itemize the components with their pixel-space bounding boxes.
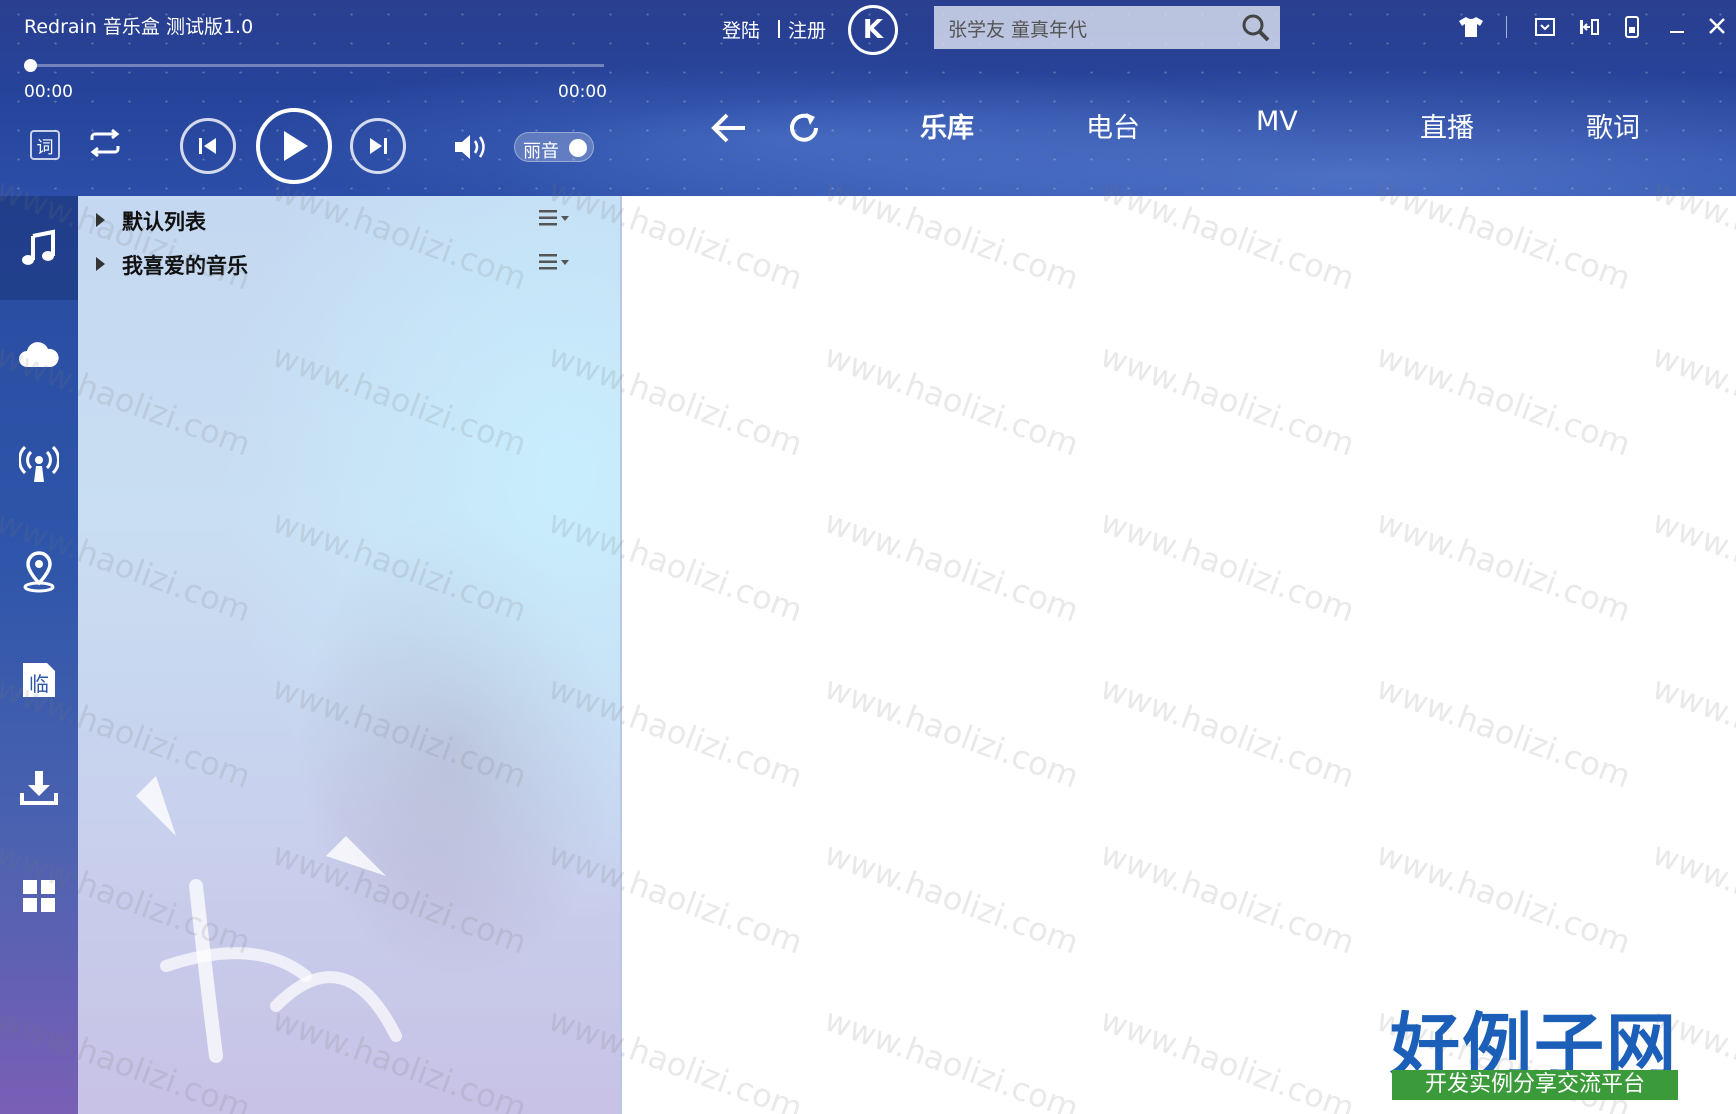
watermark-text: www.haolizi.com: [1371, 834, 1636, 962]
play-icon: [284, 131, 308, 161]
sound-effect-label: 丽音: [523, 141, 559, 162]
tab-radio[interactable]: 电台: [1086, 106, 1140, 145]
background-calligraphy-art: [136, 776, 402, 1063]
mini-mode-icon[interactable]: [1532, 14, 1558, 40]
login-link[interactable]: 登陆: [722, 16, 760, 43]
watermark-text: www.haolizi.com: [1647, 668, 1736, 796]
volume-icon[interactable]: [452, 130, 492, 164]
watermark-text: www.haolizi.com: [1095, 336, 1360, 464]
skin-shirt-icon[interactable]: [1456, 14, 1486, 40]
next-icon: [370, 138, 387, 154]
sidebar-item-downloads[interactable]: [0, 736, 78, 840]
playlist-menu-icon[interactable]: [538, 250, 572, 274]
playlist-name: 默认列表: [122, 210, 206, 234]
title-bar: Redrain 音乐盒 测试版1.0 00:00 00:00 词 丽音 登陆 注…: [0, 0, 1736, 196]
watermark-text: www.haolizi.com: [1647, 834, 1736, 962]
playback-progress-bar[interactable]: [24, 59, 604, 72]
k-logo-icon[interactable]: K: [848, 5, 898, 55]
sidebar-item-nearby[interactable]: [0, 520, 78, 624]
search-input[interactable]: [946, 12, 1230, 44]
sidebar-item-radio[interactable]: [0, 412, 78, 516]
watermark-text: www.haolizi.com: [819, 834, 1084, 962]
download-icon: [20, 771, 58, 805]
minimize-icon[interactable]: [1664, 14, 1690, 40]
register-link[interactable]: 注册: [788, 16, 826, 43]
refresh-icon[interactable]: [782, 106, 826, 150]
current-time: 00:00: [24, 82, 73, 102]
progress-knob[interactable]: [24, 59, 37, 72]
desktop-lyric-button[interactable]: 词: [30, 130, 60, 160]
expand-arrow-icon[interactable]: [96, 257, 105, 271]
watermark-text: www.haolizi.com: [1647, 502, 1736, 630]
sidebar-item-my-music[interactable]: [0, 196, 78, 300]
playlist-panel: 默认列表 我喜爱的音乐: [78, 196, 620, 1114]
close-icon[interactable]: [1704, 12, 1730, 40]
music-player-window: Redrain 音乐盒 测试版1.0 00:00 00:00 词 丽音 登陆 注…: [0, 0, 1736, 1114]
watermark-text: www.haolizi.com: [1095, 834, 1360, 962]
watermark-text: www.haolizi.com: [819, 668, 1084, 796]
playlist-row[interactable]: 默认列表: [78, 198, 620, 242]
play-button[interactable]: [256, 108, 332, 184]
previous-track-button[interactable]: [180, 118, 236, 174]
watermark-text: www.haolizi.com: [1371, 336, 1636, 464]
watermark-text: www.haolizi.com: [819, 502, 1084, 630]
location-pin-icon: [23, 551, 55, 593]
watermark-text: www.haolizi.com: [819, 336, 1084, 464]
cloud-icon: [19, 342, 59, 367]
window-title: Redrain 音乐盒 测试版1.0: [24, 16, 254, 38]
loop-mode-icon[interactable]: [86, 124, 124, 162]
toggle-knob: [569, 139, 587, 157]
watermark-text: www.haolizi.com: [1371, 668, 1636, 796]
sidebar-item-apps[interactable]: [0, 844, 78, 948]
brand-tagline: 开发实例分享交流平台: [1392, 1070, 1678, 1100]
temporary-list-icon: 临: [23, 663, 55, 697]
sidebar-item-temp-list[interactable]: 临: [0, 628, 78, 732]
music-note-icon: [22, 229, 55, 265]
temporary-list-glyph: 临: [29, 672, 49, 696]
sidebar-item-cloud[interactable]: [0, 304, 78, 408]
search-box[interactable]: [934, 6, 1280, 49]
tab-live[interactable]: 直播: [1420, 106, 1474, 145]
tab-lyrics[interactable]: 歌词: [1586, 106, 1640, 145]
side-navigation: 临: [0, 196, 78, 1114]
panel-divider: [620, 196, 622, 1114]
watermark-text: www.haolizi.com: [1095, 502, 1360, 630]
mobile-device-icon[interactable]: [1622, 14, 1642, 40]
apps-grid-icon: [23, 880, 55, 912]
watermark-text: www.haolizi.com: [1647, 336, 1736, 464]
account-divider: [778, 20, 780, 38]
playlist-name: 我喜爱的音乐: [122, 254, 248, 278]
sound-effect-toggle[interactable]: 丽音: [514, 132, 594, 162]
window-controls-divider: [1506, 16, 1507, 38]
watermark-text: www.haolizi.com: [1371, 502, 1636, 630]
search-icon[interactable]: [1240, 12, 1272, 44]
brand-watermark: 好例子网 开发实例分享交流平台: [1390, 990, 1680, 1100]
tab-mv[interactable]: MV: [1256, 106, 1298, 137]
tab-library[interactable]: 乐库: [920, 106, 974, 145]
next-track-button[interactable]: [350, 118, 406, 174]
playlist-row[interactable]: 我喜爱的音乐: [78, 242, 620, 286]
radio-broadcast-icon: [19, 445, 59, 482]
previous-icon: [199, 138, 216, 154]
back-arrow-icon[interactable]: [706, 106, 750, 150]
expand-arrow-icon[interactable]: [96, 213, 105, 227]
total-time: 00:00: [558, 82, 607, 102]
watermark-text: www.haolizi.com: [1095, 1000, 1360, 1114]
watermark-text: www.haolizi.com: [1095, 668, 1360, 796]
watermark-text: www.haolizi.com: [819, 1000, 1084, 1114]
playlist-menu-icon[interactable]: [538, 206, 572, 230]
switch-layout-icon[interactable]: [1576, 14, 1602, 40]
